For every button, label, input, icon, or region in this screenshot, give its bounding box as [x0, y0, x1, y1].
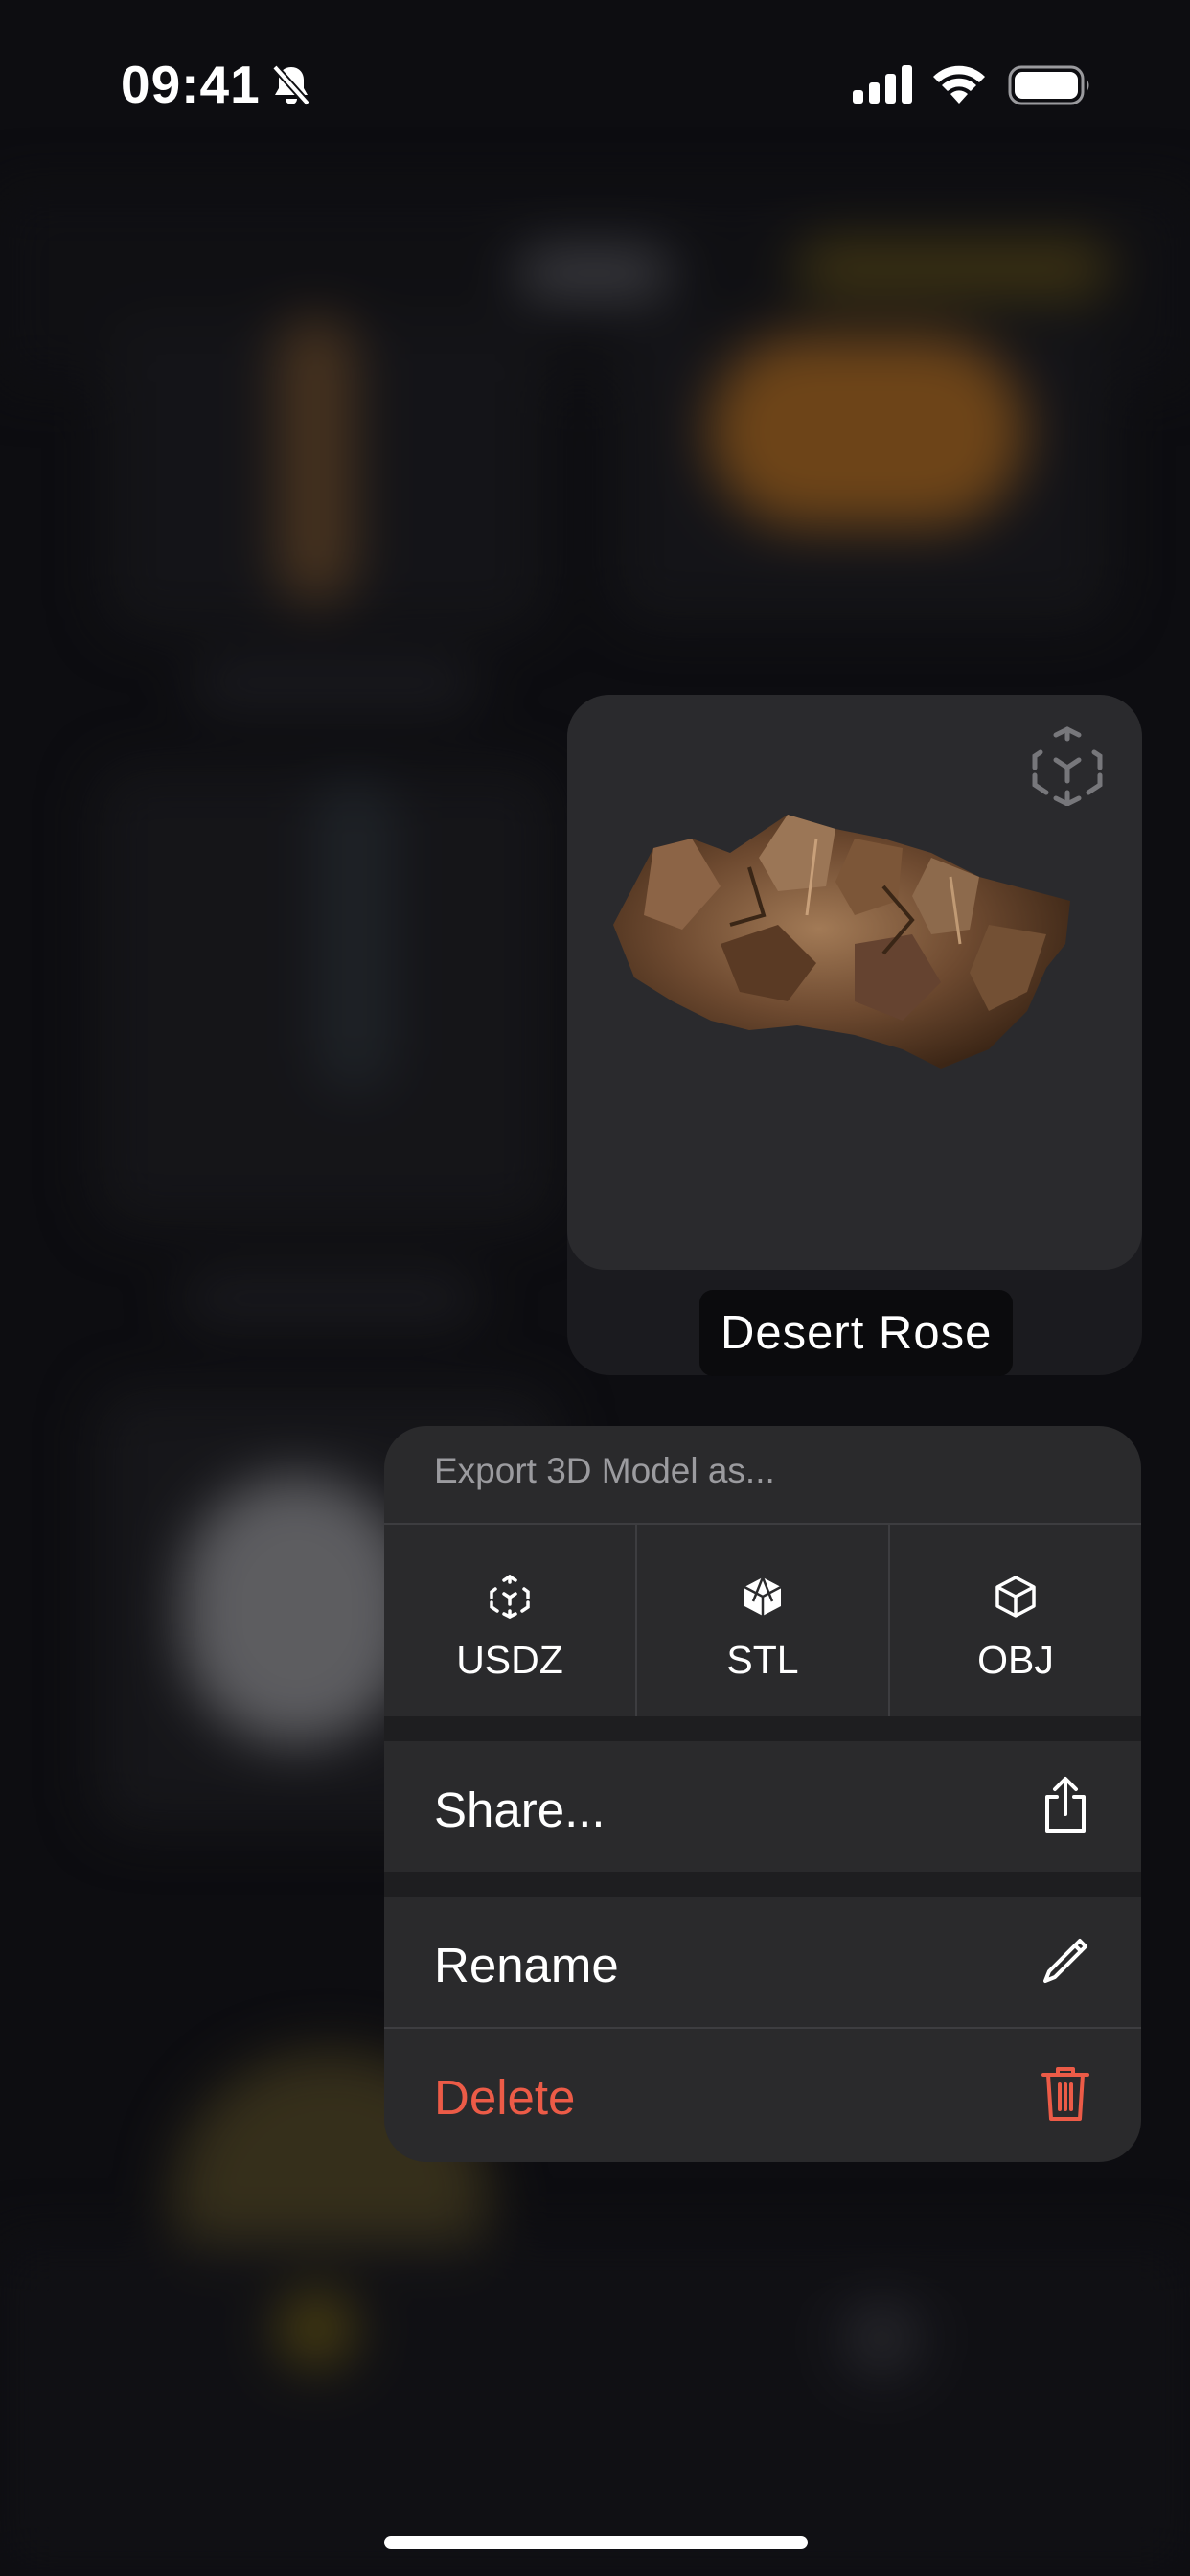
- rename-menu-item[interactable]: Rename: [384, 1897, 1141, 2027]
- delete-menu-item[interactable]: Delete: [384, 2029, 1141, 2159]
- home-indicator[interactable]: [384, 2536, 808, 2549]
- export-obj-label: OBJ: [977, 1638, 1054, 1682]
- trash-icon: [1040, 2063, 1091, 2128]
- share-label: Share...: [434, 1782, 606, 1837]
- pencil-icon: [1040, 1931, 1091, 1995]
- export-header: Export 3D Model as...: [384, 1426, 1141, 1525]
- wifi-icon: [931, 63, 987, 108]
- export-obj-button[interactable]: OBJ: [890, 1525, 1141, 1716]
- model-title: Desert Rose: [699, 1290, 1014, 1376]
- desert-rose-model: [613, 815, 1070, 1069]
- delete-label: Delete: [434, 2070, 576, 2125]
- export-usdz-label: USDZ: [456, 1638, 563, 1682]
- model-preview-stage: [567, 695, 1142, 1270]
- cellular-signal-icon: [853, 65, 914, 108]
- export-usdz-button[interactable]: USDZ: [384, 1525, 637, 1716]
- rename-label: Rename: [434, 1938, 619, 1992]
- menu-section-divider: [384, 1872, 1141, 1897]
- context-menu: Export 3D Model as... USDZ STL OBJ Share…: [384, 1426, 1141, 2162]
- share-icon: [1040, 1776, 1091, 1840]
- model-preview-card[interactable]: [567, 695, 1142, 1375]
- solid-cube-icon: [741, 1575, 785, 1623]
- bell-slash-icon: [270, 63, 312, 112]
- menu-section-divider: [384, 1716, 1141, 1741]
- share-menu-item[interactable]: Share...: [384, 1741, 1141, 1872]
- export-stl-label: STL: [726, 1638, 799, 1682]
- export-options: USDZ STL OBJ: [384, 1525, 1141, 1716]
- export-stl-button[interactable]: STL: [637, 1525, 890, 1716]
- wireframe-cube-icon: [994, 1575, 1038, 1623]
- status-time: 09:41: [121, 55, 261, 114]
- status-bar: 09:41: [0, 0, 1190, 163]
- ar-cube-icon: [488, 1574, 532, 1623]
- battery-icon: [1008, 65, 1092, 110]
- export-header-label: Export 3D Model as...: [434, 1451, 775, 1490]
